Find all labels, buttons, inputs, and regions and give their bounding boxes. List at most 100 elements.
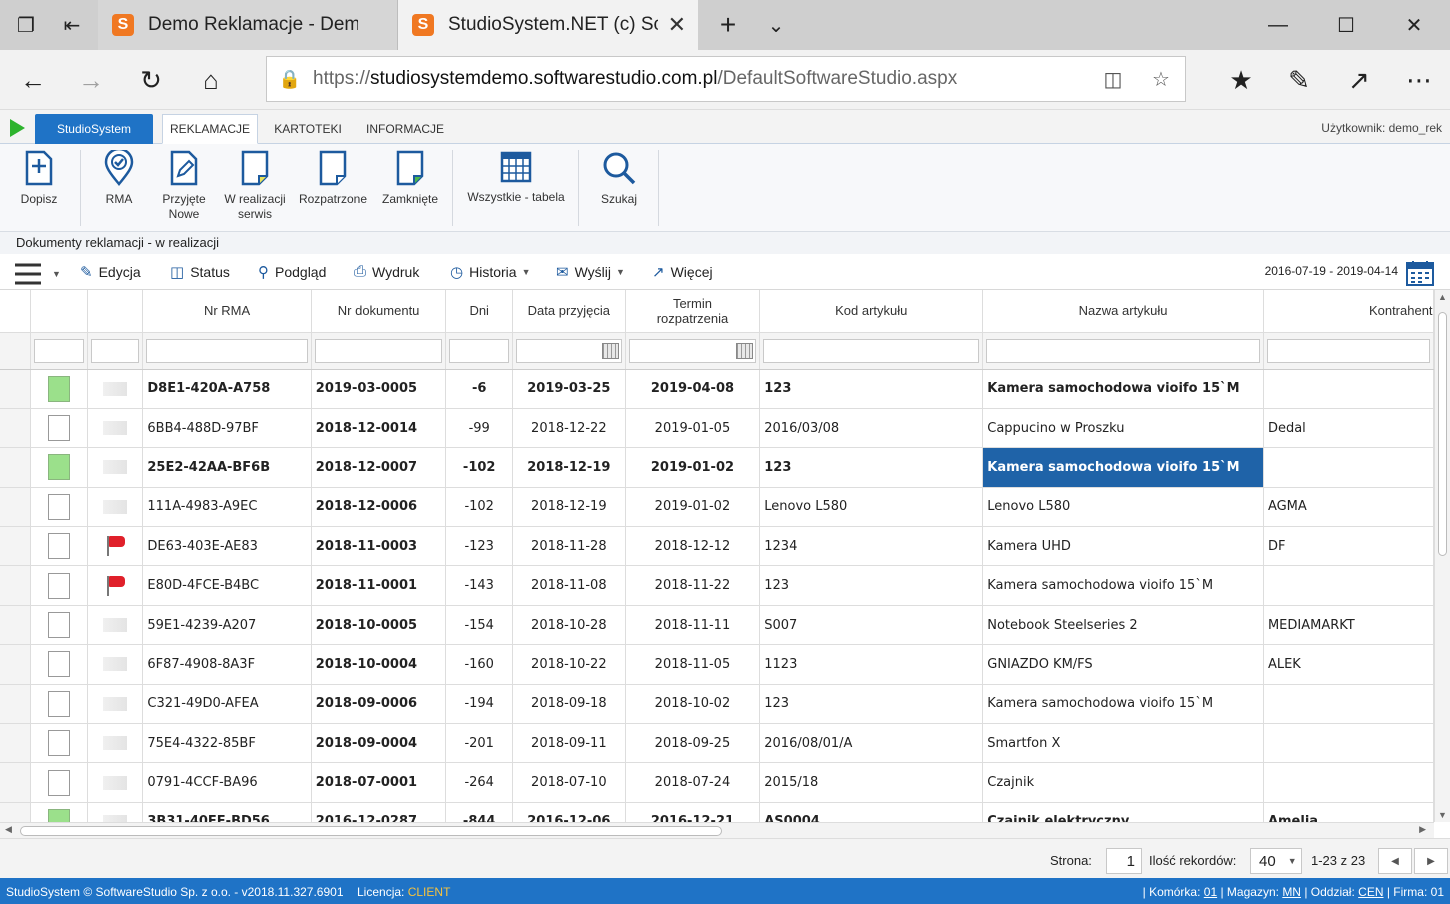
cell-dni[interactable]: -123: [445, 526, 513, 567]
status-button[interactable]: ◫ Status: [170, 263, 230, 281]
cell-nazwa-artykulu[interactable]: Notebook Steelseries 2: [982, 605, 1264, 646]
header-data-przyjecia[interactable]: Data przyjęcia: [512, 290, 626, 333]
cell-nr-rma[interactable]: D8E1-420A-A758: [142, 369, 312, 409]
row-checkbox[interactable]: [47, 493, 70, 520]
row-checkbox[interactable]: [47, 454, 70, 481]
cell-kod-artykulu[interactable]: 2015/18: [759, 762, 984, 803]
favorites-icon[interactable]: ★: [1212, 50, 1270, 110]
vertical-scrollbar[interactable]: ▲ ▼: [1434, 290, 1450, 822]
cell-dni[interactable]: -264: [445, 762, 513, 803]
cell-termin[interactable]: 2018-12-12: [625, 526, 761, 567]
row-indicator[interactable]: [0, 684, 32, 725]
hamburger-menu-button[interactable]: ▼: [14, 262, 61, 286]
header-nr-rma[interactable]: Nr RMA: [142, 290, 312, 333]
row-indicator[interactable]: [0, 408, 32, 449]
reading-view-icon[interactable]: ◫: [1089, 67, 1137, 92]
cell-dni[interactable]: -844: [445, 802, 513, 822]
cell-nr-dokumentu[interactable]: 2016-12-0287: [311, 802, 447, 822]
header-kod-artykulu[interactable]: Kod artykułu: [759, 290, 984, 333]
cell-nazwa-artykulu[interactable]: Kamera samochodowa vioifo 15`M: [982, 447, 1264, 488]
cell-termin[interactable]: 2018-09-25: [625, 723, 761, 764]
komorka-link[interactable]: 01: [1204, 885, 1217, 899]
row-checkbox[interactable]: [47, 730, 70, 757]
wiecej-button[interactable]: ↗ Więcej: [652, 263, 713, 281]
cell-data-przyjecia[interactable]: 2018-09-11: [512, 723, 626, 764]
header-kontrahent[interactable]: Kontrahent: [1263, 290, 1434, 333]
filter-input[interactable]: [90, 338, 140, 363]
filter-input[interactable]: [34, 338, 84, 363]
cell-kontrahent[interactable]: [1263, 369, 1434, 409]
cell-data-przyjecia[interactable]: 2016-12-06: [512, 802, 626, 822]
scroll-right-icon[interactable]: ▶: [1419, 824, 1426, 835]
ribbon-rozpatrzone-button[interactable]: Rozpatrzone: [296, 150, 370, 230]
ribbon-zamkniete-button[interactable]: Zamknięte: [378, 150, 442, 230]
cell-kontrahent[interactable]: Amelia: [1263, 802, 1434, 822]
scroll-thumb[interactable]: [1438, 312, 1447, 556]
row-indicator[interactable]: [0, 487, 32, 528]
cell-nr-rma[interactable]: 25E2-42AA-BF6B: [142, 447, 312, 488]
cell-data-przyjecia[interactable]: 2018-12-19: [512, 447, 626, 488]
cell-nazwa-artykulu[interactable]: Cappucino w Proszku: [982, 408, 1264, 449]
scroll-left-icon[interactable]: ◀: [5, 824, 12, 835]
cell-kontrahent[interactable]: MEDIAMARKT: [1263, 605, 1434, 646]
cell-dni[interactable]: -201: [445, 723, 513, 764]
row-flag-cell[interactable]: [87, 526, 144, 567]
row-flag-cell[interactable]: [87, 565, 144, 606]
row-check-cell[interactable]: [30, 487, 88, 528]
row-check-cell[interactable]: [30, 723, 88, 764]
cell-data-przyjecia[interactable]: 2018-07-10: [512, 762, 626, 803]
cell-nr-dokumentu[interactable]: 2018-09-0006: [311, 684, 447, 725]
brand-tab[interactable]: StudioSystem: [35, 114, 153, 144]
next-page-button[interactable]: ▶: [1414, 848, 1448, 874]
browser-tab-inactive[interactable]: S Demo Reklamacje - Demo c: [98, 0, 398, 50]
wyslij-button[interactable]: ✉ Wyślij ▼: [556, 263, 625, 281]
row-check-cell[interactable]: [30, 802, 88, 822]
filter-input[interactable]: [763, 338, 980, 363]
cell-termin[interactable]: 2019-04-08: [625, 369, 761, 409]
cell-dni[interactable]: -99: [445, 408, 513, 449]
header-termin[interactable]: Termin rozpatrzenia: [625, 290, 761, 333]
row-check-cell[interactable]: [30, 644, 88, 685]
table-row[interactable]: 75E4-4322-85BF 2018-09-0004 -201 2018-09-11…: [0, 723, 1434, 764]
refresh-icon[interactable]: ↻: [122, 50, 180, 110]
row-checkbox[interactable]: [47, 415, 70, 442]
row-checkbox[interactable]: [47, 769, 70, 796]
filter-input[interactable]: [314, 338, 443, 363]
maximize-icon[interactable]: ☐: [1312, 0, 1380, 50]
filter-input[interactable]: [1266, 338, 1430, 363]
row-flag-cell[interactable]: [87, 408, 144, 449]
ribbon-dopisz-button[interactable]: Dopisz: [14, 150, 64, 230]
cell-data-przyjecia[interactable]: 2018-12-22: [512, 408, 626, 449]
ribbon-szukaj-button[interactable]: Szukaj: [592, 150, 646, 230]
header-nr-dokumentu[interactable]: Nr dokumentu: [311, 290, 447, 333]
horizontal-scrollbar[interactable]: ◀ ▶: [0, 822, 1434, 838]
cell-kontrahent[interactable]: [1263, 684, 1434, 725]
row-flag-cell[interactable]: [87, 369, 144, 409]
row-check-cell[interactable]: [30, 605, 88, 646]
row-flag-cell[interactable]: [87, 762, 144, 803]
favorite-star-icon[interactable]: ☆: [1137, 67, 1185, 92]
row-indicator[interactable]: [0, 723, 32, 764]
cell-termin[interactable]: 2019-01-02: [625, 447, 761, 488]
cell-kontrahent[interactable]: [1263, 565, 1434, 606]
row-indicator[interactable]: [0, 762, 32, 803]
cell-kod-artykulu[interactable]: 123: [759, 565, 984, 606]
cell-nr-rma[interactable]: 6F87-4908-8A3F: [142, 644, 312, 685]
cell-kontrahent[interactable]: Dedal: [1263, 408, 1434, 449]
table-row[interactable]: 0791-4CCF-BA96 2018-07-0001 -264 2018-07-10…: [0, 762, 1434, 803]
cell-termin[interactable]: 2018-10-02: [625, 684, 761, 725]
forward-icon[interactable]: →: [62, 50, 120, 110]
table-row[interactable]: 111A-4983-A9EC 2018-12-0006 -102 2018-12-19…: [0, 487, 1434, 528]
filter-input[interactable]: [449, 338, 509, 363]
cell-nazwa-artykulu[interactable]: Kamera samochodowa vioifo 15`M: [982, 565, 1264, 606]
row-indicator[interactable]: [0, 526, 32, 567]
cell-kod-artykulu[interactable]: 123: [759, 684, 984, 725]
row-indicator[interactable]: [0, 369, 32, 409]
row-checkbox[interactable]: [47, 690, 70, 717]
cell-kod-artykulu[interactable]: S007: [759, 605, 984, 646]
calendar-icon[interactable]: [1406, 260, 1434, 289]
cell-data-przyjecia[interactable]: 2018-11-28: [512, 526, 626, 567]
cell-nr-dokumentu[interactable]: 2018-12-0006: [311, 487, 447, 528]
cell-kontrahent[interactable]: AGMA: [1263, 487, 1434, 528]
cell-nr-rma[interactable]: 111A-4983-A9EC: [142, 487, 312, 528]
